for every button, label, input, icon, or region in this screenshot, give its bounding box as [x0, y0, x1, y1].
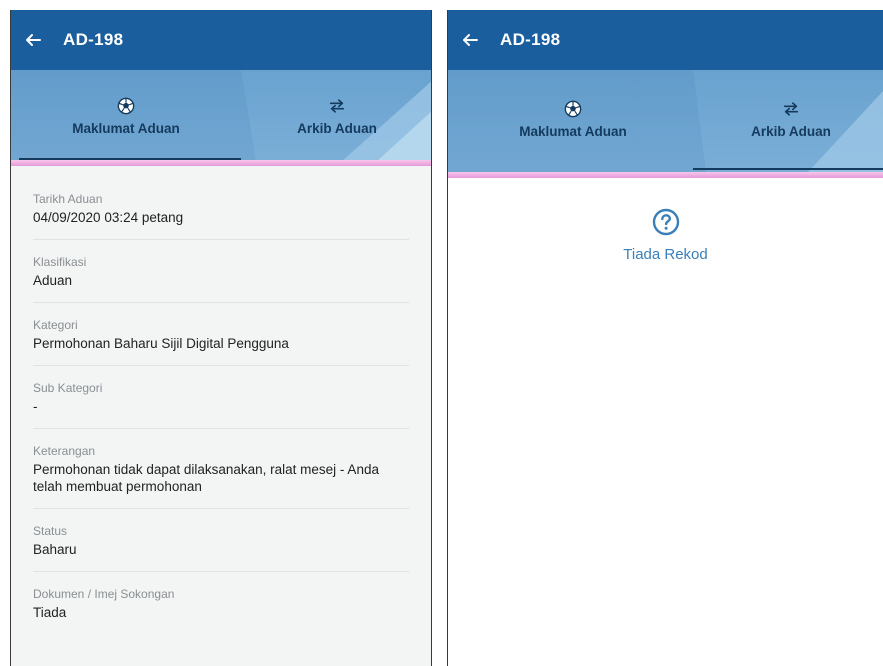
complaint-details: Tarikh Aduan 04/09/2020 03:24 petang Kla…: [11, 166, 431, 634]
page-title: AD-198: [63, 30, 124, 49]
tab-maklumat-aduan[interactable]: Maklumat Aduan: [11, 70, 241, 162]
tab-maklumat-aduan[interactable]: Maklumat Aduan: [448, 70, 698, 168]
field-tarikh-aduan: Tarikh Aduan 04/09/2020 03:24 petang: [33, 192, 409, 240]
soccer-ball-icon: [117, 97, 135, 114]
field-value: Aduan: [33, 273, 73, 288]
tab-label: Arkib Aduan: [297, 120, 377, 136]
field-value: Permohonan tidak dapat dilaksanakan, ral…: [33, 462, 379, 494]
empty-state-text: Tiada Rekod: [623, 246, 708, 263]
field-sub-kategori: Sub Kategori -: [33, 366, 409, 429]
field-value: -: [33, 399, 38, 414]
field-status: Status Baharu: [33, 509, 409, 572]
swap-arrows-icon: [329, 98, 345, 113]
app-bar: AD-198: [11, 10, 431, 70]
tab-label: Maklumat Aduan: [519, 123, 627, 139]
app-bar: AD-198: [448, 10, 883, 70]
tab-label: Maklumat Aduan: [72, 120, 180, 136]
tab-arkib-aduan[interactable]: Arkib Aduan: [241, 70, 431, 162]
left-screen: AD-198 Maklumat Aduan Arkib Aduan Tarikh…: [10, 10, 432, 666]
field-value: 04/09/2020 03:24 petang: [33, 210, 184, 225]
back-arrow-icon[interactable]: [25, 32, 41, 48]
field-label: Dokumen / Imej Sokongan: [33, 587, 175, 601]
tab-bar: Maklumat Aduan Arkib Aduan: [11, 70, 431, 166]
right-screen: AD-198 Maklumat Aduan Arkib Aduan Tiada …: [447, 10, 883, 666]
field-label: Kategori: [33, 318, 78, 332]
empty-state: Tiada Rekod: [448, 178, 883, 263]
question-circle-icon: [652, 208, 679, 236]
field-label: Klasifikasi: [33, 255, 87, 269]
tab-label: Arkib Aduan: [751, 123, 831, 139]
field-label: Status: [33, 524, 68, 538]
field-klasifikasi: Klasifikasi Aduan: [33, 240, 409, 303]
soccer-ball-icon: [564, 100, 582, 117]
tab-accent-strip: [11, 160, 431, 166]
field-value: Permohonan Baharu Sijil Digital Pengguna: [33, 336, 289, 351]
field-kategori: Kategori Permohonan Baharu Sijil Digital…: [33, 303, 409, 366]
field-keterangan: Keterangan Permohonan tidak dapat dilaks…: [33, 429, 409, 509]
swap-arrows-icon: [783, 101, 799, 116]
active-tab-indicator: [693, 168, 883, 170]
page-title: AD-198: [500, 30, 561, 49]
back-arrow-icon[interactable]: [462, 32, 478, 48]
tab-accent-strip: [448, 172, 883, 178]
tab-bar: Maklumat Aduan Arkib Aduan: [448, 70, 883, 178]
field-value: Baharu: [33, 542, 77, 557]
field-value: Tiada: [33, 605, 67, 620]
field-label: Tarikh Aduan: [33, 192, 103, 206]
tab-arkib-aduan[interactable]: Arkib Aduan: [698, 70, 883, 168]
field-label: Keterangan: [33, 444, 96, 458]
field-label: Sub Kategori: [33, 381, 103, 395]
field-dokumen: Dokumen / Imej Sokongan Tiada: [33, 572, 409, 634]
